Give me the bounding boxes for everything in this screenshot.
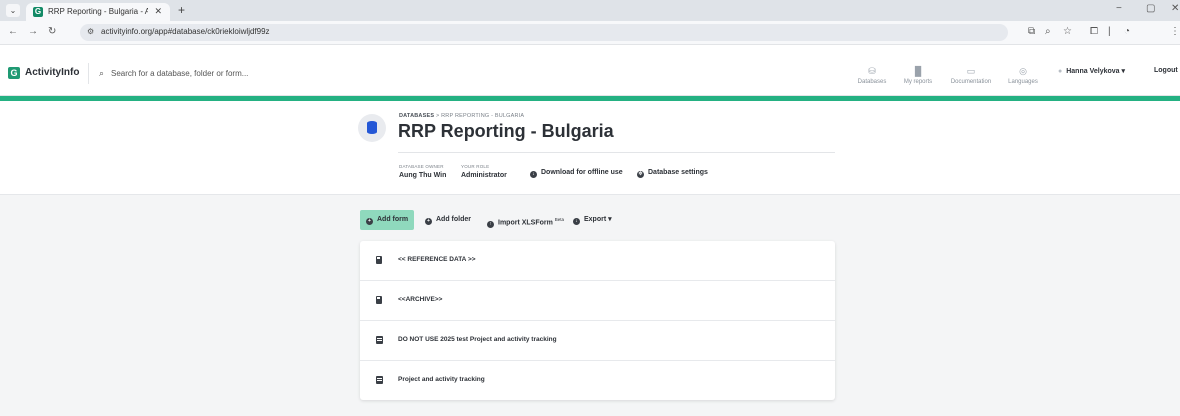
gear-icon: ✲ — [637, 171, 644, 178]
list-item-label: Project and activity tracking — [398, 376, 485, 383]
activityinfo-favicon-icon: G — [33, 7, 43, 17]
plus-icon: + — [366, 218, 373, 225]
user-name: Hanna Velykova — [1066, 68, 1120, 75]
logout-button[interactable]: Logout — [1154, 67, 1178, 74]
export-button[interactable]: ↓ Export ▾ — [567, 210, 618, 230]
add-form-button[interactable]: + Add form — [360, 210, 415, 230]
brand-name[interactable]: ActivityInfo — [25, 67, 79, 78]
breadcrumb: DATABASES > RRP REPORTING - BULGARIA — [399, 113, 524, 119]
search-input[interactable] — [111, 66, 711, 81]
page-title: RRP Reporting - Bulgaria — [398, 121, 614, 141]
window-close-icon[interactable]: ✕ — [1171, 3, 1179, 14]
upload-icon: ↑ — [487, 221, 494, 229]
user-menu[interactable]: ● Hanna Velykova ▾ — [1058, 67, 1125, 75]
database-header: DATABASES > RRP REPORTING - BULGARIA RRP… — [0, 101, 1180, 195]
list-item-label: DO NOT USE 2025 test Project and activit… — [398, 336, 557, 343]
bookmark-star-icon[interactable]: ☆ — [1063, 26, 1072, 37]
cast-icon[interactable]: ⧉ — [1028, 26, 1035, 37]
form-icon — [376, 336, 383, 344]
import-xlsform-button[interactable]: ↑ Import XLSForm Beta — [481, 210, 570, 230]
list-item-label: <<ARCHIVE>> — [398, 296, 443, 303]
database-icon — [367, 121, 377, 134]
new-tab-plus-icon[interactable]: + — [178, 3, 185, 17]
browser-address-bar: ← → ↻ ⚙ activityinfo.org/app#database/ck… — [0, 21, 1180, 45]
beta-badge: Beta — [554, 217, 565, 222]
caret-down-icon: ▾ — [1121, 68, 1126, 75]
app-header: G ActivityInfo ⌕ ⛁ Databases ▐▌ My repor… — [0, 45, 1180, 96]
list-item-form[interactable]: DO NOT USE 2025 test Project and activit… — [360, 321, 835, 361]
divider — [398, 152, 835, 153]
form-icon — [376, 376, 383, 384]
plus-icon: + — [425, 218, 432, 225]
minimize-icon[interactable]: − — [1116, 3, 1122, 14]
profile-icon[interactable]: ◔ — [1124, 26, 1130, 37]
browser-tab-bar: ⌄ G RRP Reporting - Bulgaria - Acti ✕ + … — [0, 0, 1180, 21]
restore-icon[interactable]: ▢ — [1146, 3, 1155, 14]
activityinfo-logo-icon[interactable]: G — [8, 67, 20, 79]
list-item-folder[interactable]: << REFERENCE DATA >> — [360, 241, 835, 281]
menu-icon[interactable]: ⋮ — [1170, 26, 1180, 37]
extensions-icon[interactable]: ⧠ — [1090, 26, 1098, 37]
site-info-icon[interactable]: ⚙ — [87, 27, 94, 36]
list-item-folder[interactable]: <<ARCHIVE>> — [360, 281, 835, 321]
list-item-label: << REFERENCE DATA >> — [398, 256, 476, 263]
tab-title: RRP Reporting - Bulgaria - Acti — [48, 7, 148, 16]
database-settings-button[interactable]: ✲ Database settings — [637, 169, 708, 178]
tab-search-button[interactable]: ⌄ — [6, 4, 20, 17]
search-bar: ⌕ — [88, 63, 836, 84]
nav-my-reports[interactable]: ▐▌ My reports — [890, 66, 946, 85]
database-owner: DATABASE OWNER Aung Thu Win — [399, 164, 447, 179]
your-role: YOUR ROLE Administrator — [461, 164, 507, 179]
database-items-list: << REFERENCE DATA >> <<ARCHIVE>> DO NOT … — [360, 241, 835, 400]
breadcrumb-separator: > — [435, 113, 440, 119]
download-icon: ↓ — [530, 171, 537, 178]
download-offline-button[interactable]: ↓ Download for offline use — [530, 169, 623, 178]
breadcrumb-databases[interactable]: DATABASES — [399, 113, 434, 119]
url-text[interactable]: activityinfo.org/app#database/ck0riekloi… — [101, 27, 270, 36]
divider: | — [1108, 26, 1111, 37]
chart-icon: ▐▌ — [911, 66, 925, 76]
search-icon: ⌕ — [99, 68, 105, 78]
browser-tab[interactable]: G RRP Reporting - Bulgaria - Acti ✕ — [26, 3, 170, 21]
book-icon: ▭ — [966, 66, 976, 76]
breadcrumb-current: RRP REPORTING - BULGARIA — [441, 113, 525, 119]
caret-down-icon: ▾ — [608, 216, 612, 223]
database-avatar — [358, 114, 386, 142]
list-item-form[interactable]: Project and activity tracking — [360, 361, 835, 401]
download-icon: ↓ — [573, 218, 580, 225]
url-bar[interactable]: ⚙ activityinfo.org/app#database/ck0riekl… — [80, 24, 1008, 41]
nav-languages[interactable]: ◎ Languages — [995, 66, 1051, 85]
close-icon[interactable]: ✕ — [154, 6, 162, 17]
zoom-icon[interactable]: ⌕ — [1045, 26, 1051, 37]
add-folder-button[interactable]: + Add folder — [419, 210, 477, 230]
globe-icon: ◎ — [1019, 66, 1027, 76]
reload-icon[interactable]: ↻ — [48, 26, 56, 37]
folder-icon — [376, 256, 382, 264]
back-arrow-icon[interactable]: ← — [8, 26, 18, 37]
user-avatar-icon: ● — [1058, 68, 1063, 75]
nav-documentation[interactable]: ▭ Documentation — [943, 66, 999, 85]
forward-arrow-icon[interactable]: → — [28, 26, 38, 37]
folder-icon — [376, 296, 382, 304]
